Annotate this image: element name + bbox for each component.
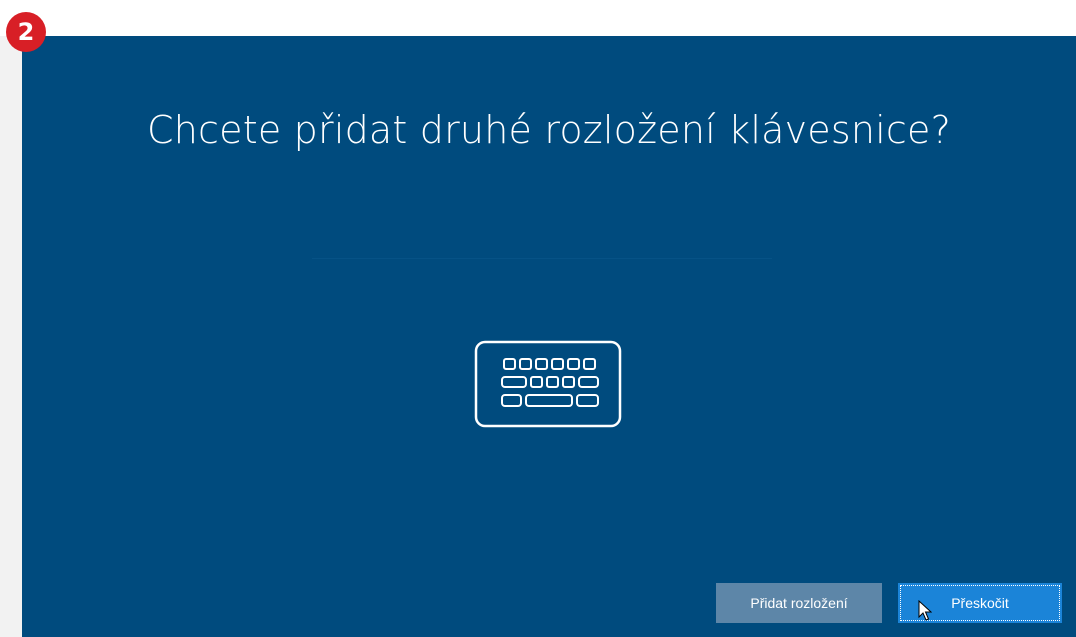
left-margin-strip <box>0 36 22 637</box>
skip-button[interactable]: Přeskočit <box>898 583 1062 623</box>
skip-button-label: Přeskočit <box>951 595 1009 611</box>
keyboard-icon <box>474 340 622 428</box>
footer-actions: Přidat rozložení Přeskočit <box>716 583 1062 623</box>
mouse-pointer-icon <box>918 600 932 621</box>
add-layout-button[interactable]: Přidat rozložení <box>716 583 882 623</box>
step-number-badge: 2 <box>6 12 46 52</box>
setup-panel: Chcete přidat druhé rozložení klávesnice… <box>22 36 1076 637</box>
divider <box>312 258 772 259</box>
page-title: Chcete přidat druhé rozložení klávesnice… <box>147 108 951 152</box>
